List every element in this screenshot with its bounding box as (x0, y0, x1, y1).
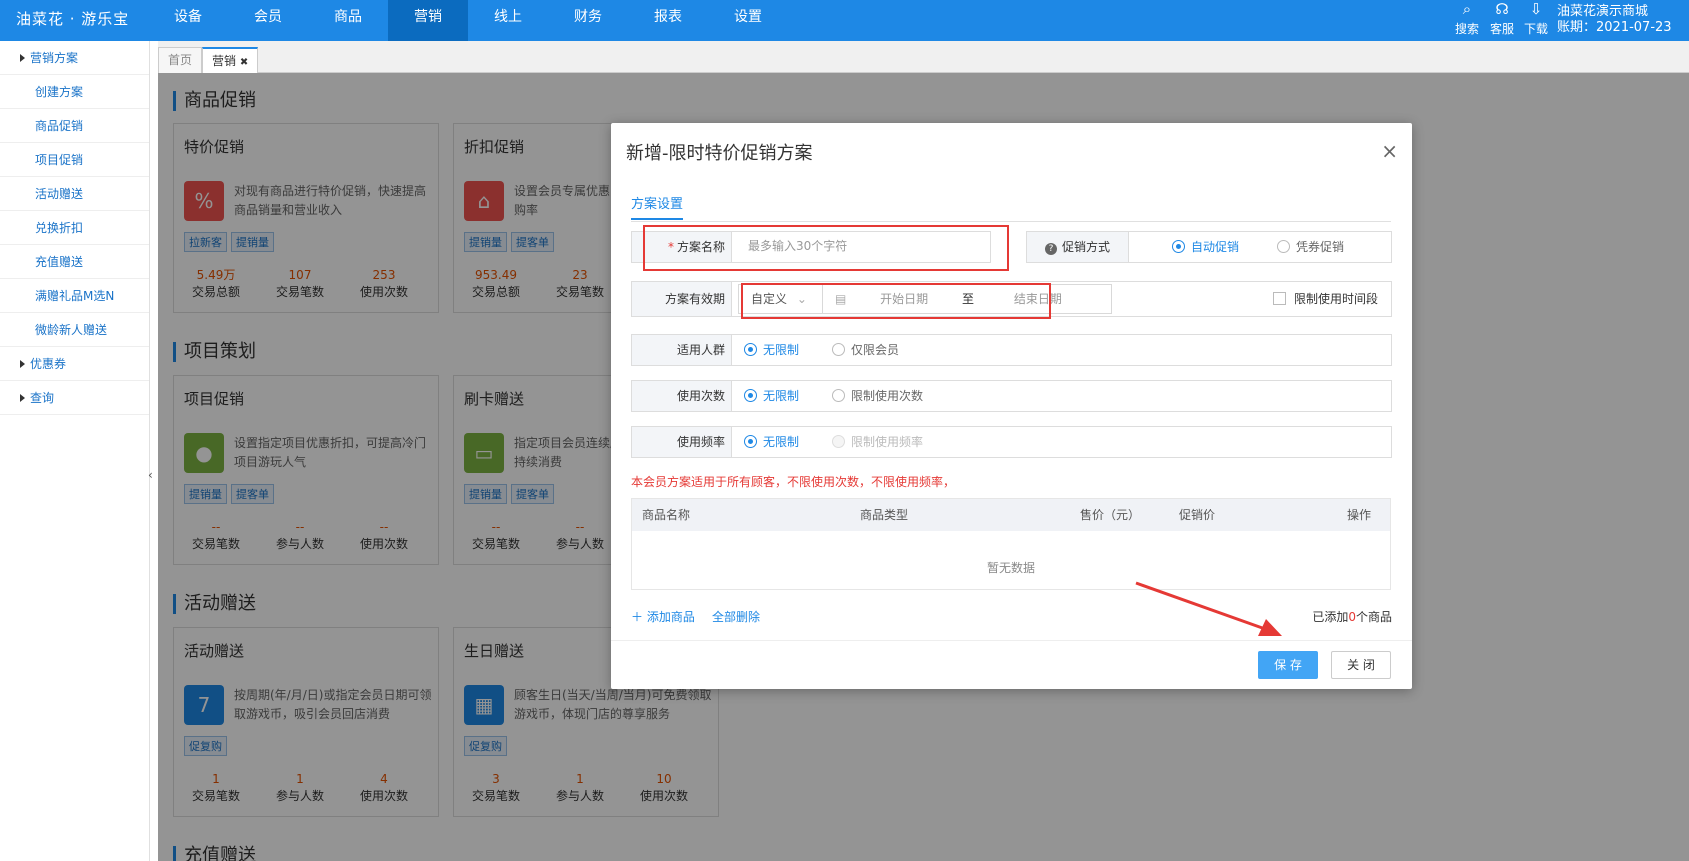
annotation-arrow-line (1135, 581, 1269, 632)
annotation-arrow-overlay (1135, 581, 1282, 636)
